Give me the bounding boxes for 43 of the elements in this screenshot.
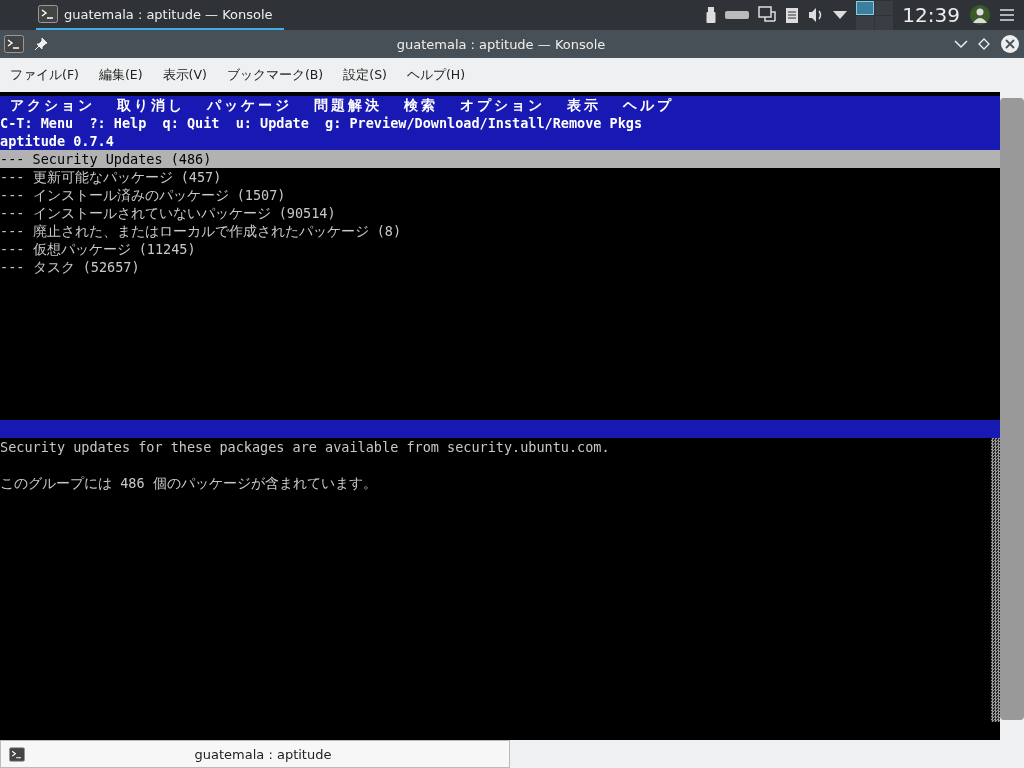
- maximize-icon[interactable]: [978, 38, 990, 50]
- network-icon: [758, 6, 777, 24]
- pin-icon[interactable]: [34, 37, 48, 51]
- minimize-icon[interactable]: [954, 39, 968, 49]
- menu-item[interactable]: ファイル(F): [10, 66, 79, 84]
- terminal-icon: [38, 5, 58, 23]
- menu-item[interactable]: 表示(V): [162, 66, 207, 84]
- package-group[interactable]: --- 仮想パッケージ (11245): [0, 240, 1000, 258]
- package-group[interactable]: --- インストール済みのパッケージ (1507): [0, 186, 1000, 204]
- key-help: C-T: Menu ?: Help q: Quit u: Update g: Preview/Download/Install/Remove Pkgs: [0, 114, 644, 132]
- clock: 12:39: [902, 3, 960, 27]
- terminal-icon: [9, 746, 25, 762]
- menu-item[interactable]: 設定(S): [343, 66, 387, 84]
- terminal-menu-item[interactable]: 取り消し: [117, 96, 185, 114]
- drive-icon: [725, 10, 750, 20]
- desktop-pager[interactable]: [856, 0, 894, 30]
- close-icon[interactable]: [1000, 34, 1020, 54]
- menu-item[interactable]: 編集(E): [98, 66, 143, 84]
- terminal-menu-item[interactable]: 検索: [404, 96, 438, 114]
- package-group[interactable]: --- インストールされていないパッケージ (90514): [0, 204, 1000, 222]
- terminal-menu-item[interactable]: 問題解決: [314, 96, 382, 114]
- description-text: Security updates for these packages are available from security.ubuntu.com.: [0, 438, 611, 456]
- version-label: aptitude 0.7.4: [0, 132, 115, 150]
- menu-item[interactable]: ブックマーク(B): [226, 66, 324, 84]
- terminal-menu-item[interactable]: オプション: [460, 96, 545, 114]
- session-tab[interactable]: guatemala : aptitude: [0, 740, 510, 768]
- package-group[interactable]: --- Security Updates (486): [0, 150, 1000, 168]
- usb-drive-icon: [706, 6, 717, 24]
- window-title: guatemala : aptitude — Konsole: [395, 36, 607, 52]
- avatar-icon: [969, 4, 991, 26]
- terminal-menu-item[interactable]: 表示: [567, 96, 601, 114]
- menu-icon[interactable]: [1000, 9, 1014, 21]
- description-text: このグループには 486 個のパッケージが含まれています。: [0, 474, 378, 492]
- terminal-menu-item[interactable]: ヘルプ: [623, 96, 674, 114]
- caret-icon[interactable]: [833, 10, 848, 20]
- terminal-menu-item[interactable]: パッケージ: [207, 96, 292, 114]
- package-group[interactable]: --- タスク (52657): [0, 258, 1000, 276]
- clipboard-icon: [785, 6, 800, 24]
- terminal-menu-item[interactable]: アクション: [10, 96, 95, 114]
- menu-item[interactable]: ヘルプ(H): [406, 66, 466, 84]
- package-group[interactable]: --- 廃止された、またはローカルで作成されたパッケージ (8): [0, 222, 1000, 240]
- package-group[interactable]: --- 更新可能なパッケージ (457): [0, 168, 1000, 186]
- terminal-icon[interactable]: [4, 35, 24, 53]
